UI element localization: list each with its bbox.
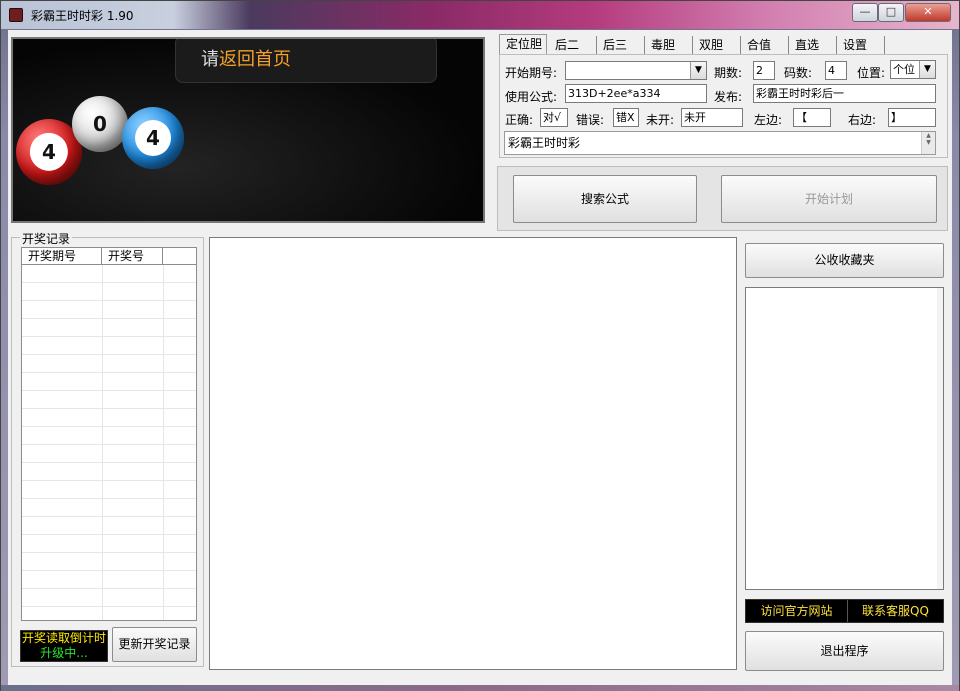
title-bar[interactable]: 彩霸王时时彩 1.90 — □ ✕ — [1, 1, 959, 29]
periods-label: 期数: — [714, 66, 743, 80]
memo-textarea[interactable]: 彩霸王时时彩 ▲ ▼ — [504, 131, 936, 155]
app-icon — [9, 8, 23, 22]
tab-shuangdan[interactable]: 双胆 — [693, 36, 741, 54]
formula-input[interactable]: 313D+2ee*a334 — [565, 84, 707, 103]
window-bottom-edge — [1, 685, 959, 691]
grid-divider — [163, 265, 164, 620]
tab-houer[interactable]: 后二 — [549, 36, 597, 54]
memo-scrollbar[interactable]: ▲ ▼ — [921, 132, 935, 154]
link-bar: 访问官方网站 联系客服QQ — [745, 599, 944, 623]
memo-text: 彩霸王时时彩 — [508, 136, 581, 150]
chevron-down-icon[interactable]: ▼ — [919, 61, 935, 78]
tab-settings[interactable]: 设置 — [837, 36, 885, 54]
contact-qq-link[interactable]: 联系客服QQ — [848, 600, 943, 622]
banner-heading[interactable]: 请返回首页 — [201, 45, 291, 71]
unopened-label: 未开: — [646, 113, 675, 127]
records-table-body[interactable] — [22, 265, 196, 620]
wrong-label: 错误: — [576, 113, 605, 127]
left-input[interactable]: 【 — [793, 108, 831, 127]
ball-blue-number: 4 — [135, 120, 171, 156]
column-number[interactable]: 开奖号 — [102, 248, 163, 264]
right-label: 右边: — [848, 113, 877, 127]
countdown-display: 开奖读取倒计时 升级中... — [20, 630, 108, 662]
ball-blue: 4 — [122, 107, 184, 169]
unopened-input[interactable]: 未开 — [681, 108, 743, 127]
tab-hezhi[interactable]: 合值 — [741, 36, 789, 54]
codes-label: 码数: — [784, 66, 813, 80]
publish-input[interactable]: 彩霸王时时彩后一 — [753, 84, 936, 103]
start-period-combo[interactable]: ▼ — [565, 61, 707, 80]
tab-zhixuan[interactable]: 直选 — [789, 36, 837, 54]
codes-input[interactable]: 4 — [825, 61, 847, 80]
position-value: 个位 — [893, 63, 915, 76]
promo-banner[interactable]: 请返回首页 4 0 4 — [11, 37, 485, 223]
output-panel[interactable] — [209, 237, 737, 670]
countdown-label: 开奖读取倒计时 — [21, 631, 106, 645]
home-link[interactable]: 返回首页 — [219, 49, 291, 70]
right-input[interactable]: 】 — [888, 108, 936, 127]
records-table[interactable]: 开奖期号 开奖号 — [21, 247, 197, 621]
correct-input[interactable]: 对√ — [540, 108, 568, 127]
tab-dudan[interactable]: 毒胆 — [645, 36, 693, 54]
tab-strip: 定位胆 后二 后三 毒胆 双胆 合值 直选 设置 — [499, 34, 948, 55]
formula-label: 使用公式: — [505, 90, 558, 104]
favorites-list[interactable] — [745, 287, 944, 590]
action-area: 搜索公式 开始计划 — [497, 166, 948, 231]
start-plan-button[interactable]: 开始计划 — [721, 175, 937, 223]
tab-dingweidan[interactable]: 定位胆 — [499, 34, 547, 55]
publish-label: 发布: — [714, 90, 743, 104]
close-button[interactable]: ✕ — [905, 3, 951, 22]
client-area: 请返回首页 4 0 4 定位胆 后二 后三 毒胆 双胆 合值 直选 设置 开始期… — [8, 30, 952, 685]
ball-white: 0 — [72, 96, 128, 152]
search-formula-button[interactable]: 搜索公式 — [513, 175, 697, 223]
minimize-button[interactable]: — — [852, 3, 878, 22]
correct-label: 正确: — [505, 113, 534, 127]
exit-button[interactable]: 退出程序 — [745, 631, 944, 671]
favorites-button[interactable]: 公收收藏夹 — [745, 243, 944, 278]
ball-red-number: 4 — [29, 132, 69, 172]
left-label: 左边: — [754, 113, 783, 127]
records-table-header: 开奖期号 开奖号 — [22, 248, 196, 265]
position-combo[interactable]: 个位 ▼ — [890, 60, 936, 79]
banner-prefix: 请 — [201, 49, 219, 70]
maximize-button[interactable]: □ — [878, 3, 904, 22]
periods-input[interactable]: 2 — [753, 61, 775, 80]
update-records-button[interactable]: 更新开奖记录 — [112, 627, 197, 662]
ball-white-number: 0 — [93, 112, 107, 136]
visit-site-link[interactable]: 访问官方网站 — [746, 600, 847, 622]
records-group-title: 开奖记录 — [20, 230, 73, 247]
position-label: 位置: — [857, 66, 886, 80]
grid-divider — [102, 265, 103, 620]
app-window: 彩霸王时时彩 1.90 — □ ✕ 请返回首页 4 0 4 定位胆 后二 后三 — [0, 0, 960, 691]
window-title: 彩霸王时时彩 1.90 — [31, 9, 134, 23]
wrong-input[interactable]: 错X — [613, 108, 639, 127]
start-period-label: 开始期号: — [505, 66, 558, 80]
tab-housan[interactable]: 后三 — [597, 36, 645, 54]
column-period[interactable]: 开奖期号 — [22, 248, 102, 264]
countdown-status: 升级中... — [40, 646, 88, 660]
chevron-down-icon[interactable]: ▼ — [690, 62, 706, 79]
favorites-scrollbar[interactable] — [937, 288, 943, 589]
